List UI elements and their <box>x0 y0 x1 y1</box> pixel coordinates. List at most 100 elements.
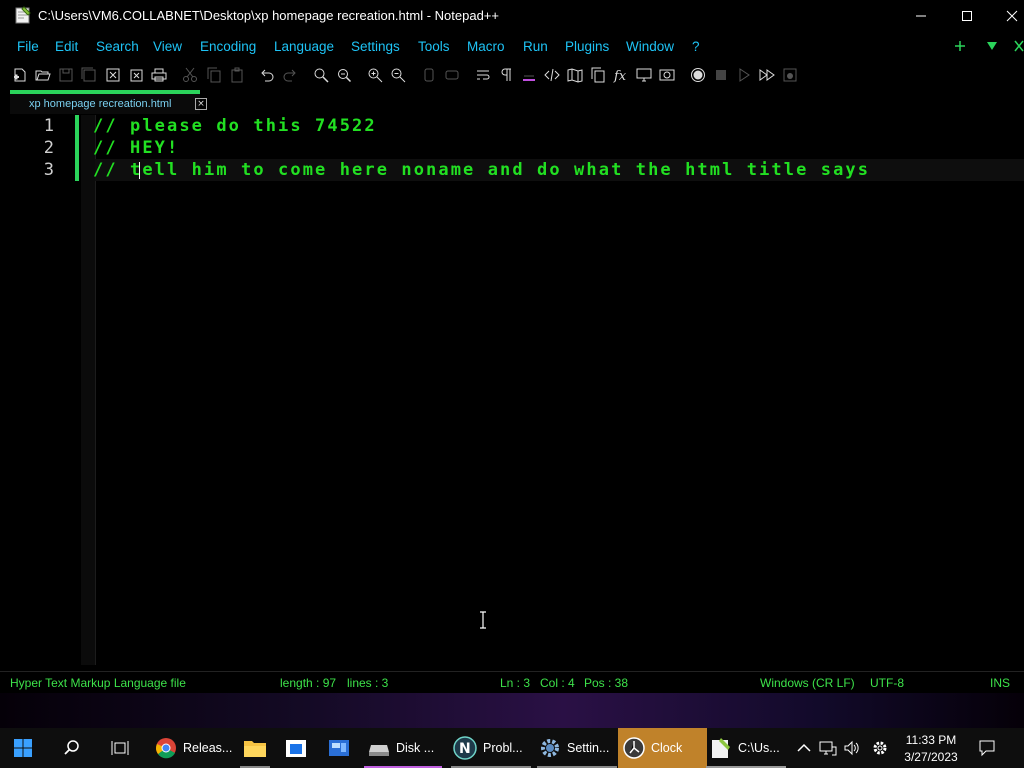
task-view-button[interactable] <box>108 728 132 768</box>
taskbar-app-label: Disk ... <box>396 741 435 755</box>
taskbar-app-remote[interactable] <box>326 728 352 768</box>
menu-plugins[interactable]: Plugins <box>565 39 609 54</box>
tab-close-icon[interactable]: × <box>195 98 207 110</box>
taskbar-app-disk[interactable]: Disk ... <box>364 728 446 768</box>
plus-icon[interactable] <box>954 40 966 52</box>
play-macro-button[interactable] <box>735 66 753 84</box>
taskbar-search-button[interactable] <box>60 728 84 768</box>
taskbar-app-label: C:\Us... <box>738 741 780 755</box>
cut-icon <box>183 67 197 82</box>
menu-file[interactable]: File <box>17 39 39 54</box>
code-line: // please do this 74522 <box>93 116 377 136</box>
system-clock[interactable]: 11:33 PM 3/27/2023 <box>895 732 967 766</box>
function-list-button[interactable]: fx <box>612 66 630 84</box>
replace-button[interactable] <box>335 66 353 84</box>
text-caret <box>139 162 140 179</box>
notifications-icon[interactable] <box>978 739 996 757</box>
chevron-up-icon[interactable] <box>795 739 813 757</box>
menu-tools[interactable]: Tools <box>418 39 450 54</box>
menu-edit[interactable]: Edit <box>55 39 78 54</box>
run-macro-multiple-button[interactable] <box>758 66 776 84</box>
menu-settings[interactable]: Settings <box>351 39 400 54</box>
close-all-button[interactable] <box>127 66 145 84</box>
print-button[interactable] <box>150 66 168 84</box>
menu-search[interactable]: Search <box>96 39 139 54</box>
map-icon <box>567 68 583 83</box>
folder-open-icon <box>35 70 51 81</box>
taskbar-app-clock[interactable]: Clock <box>618 728 707 768</box>
menu-language[interactable]: Language <box>274 39 334 54</box>
close-doc-icon[interactable] <box>1014 40 1024 52</box>
menu-encoding[interactable]: Encoding <box>200 39 256 54</box>
sync-horizontal-button[interactable] <box>443 66 461 84</box>
redo-button[interactable] <box>281 66 299 84</box>
play-icon <box>739 68 750 82</box>
taskbar-app-explorer[interactable] <box>240 728 270 768</box>
maximize-button[interactable] <box>944 0 990 32</box>
close-all-icon <box>130 69 143 82</box>
replace-icon <box>338 69 352 83</box>
taskbar-app-store[interactable] <box>283 728 309 768</box>
find-button[interactable] <box>312 66 330 84</box>
close-button[interactable] <box>989 0 1024 32</box>
status-lines: lines : 3 <box>347 676 389 690</box>
network-icon[interactable] <box>819 739 837 757</box>
word-wrap-icon <box>477 70 490 80</box>
file-tab[interactable]: xp homepage recreation.html × <box>10 90 207 114</box>
sync-vertical-icon <box>424 68 434 82</box>
record-macro-button[interactable] <box>689 66 707 84</box>
show-all-chars-button[interactable] <box>497 66 515 84</box>
zoom-out-icon <box>391 68 406 83</box>
taskbar-app-chrome[interactable]: Releas... <box>152 728 233 768</box>
taskbar-app-settings[interactable]: Settin... <box>537 728 619 768</box>
taskbar-app-problems[interactable]: N Probl... <box>451 728 533 768</box>
dropdown-arrow-icon[interactable] <box>986 41 998 51</box>
new-file-button[interactable] <box>11 66 29 84</box>
sync-vertical-button[interactable] <box>420 66 438 84</box>
menu-help[interactable]: ? <box>692 39 700 54</box>
save-macro-button[interactable] <box>781 66 799 84</box>
stop-macro-button[interactable] <box>712 66 730 84</box>
search-icon <box>64 740 79 755</box>
zoom-in-button[interactable] <box>366 66 384 84</box>
remote-desktop-icon <box>329 740 349 756</box>
status-encoding: UTF-8 <box>870 676 904 690</box>
udl-button[interactable] <box>543 66 561 84</box>
taskbar-app-notepadpp[interactable]: C:\Us... <box>706 728 790 768</box>
paste-button[interactable] <box>228 66 246 84</box>
word-wrap-button[interactable] <box>474 66 492 84</box>
save-all-button[interactable] <box>80 66 98 84</box>
status-col: Col : 4 <box>540 676 575 690</box>
new-file-icon <box>14 68 26 82</box>
taskbar: Releas... Disk ... N Probl... Settin... … <box>0 728 1024 768</box>
zoom-out-button[interactable] <box>389 66 407 84</box>
open-file-button[interactable] <box>34 66 52 84</box>
doc-map-button[interactable] <box>566 66 584 84</box>
editor-pane[interactable]: 1 2 3 // please do this 74522 // HEY! //… <box>9 115 1024 665</box>
menu-run[interactable]: Run <box>523 39 548 54</box>
menu-view[interactable]: View <box>153 39 182 54</box>
ibeam-cursor-icon <box>480 611 486 629</box>
copy-button[interactable] <box>205 66 223 84</box>
close-tab-button[interactable] <box>104 66 122 84</box>
zoom-in-icon <box>368 68 383 83</box>
monitoring-button[interactable] <box>658 66 676 84</box>
volume-icon[interactable] <box>843 739 861 757</box>
menu-macro[interactable]: Macro <box>467 39 505 54</box>
minimize-button[interactable] <box>898 0 944 32</box>
doc-list-button[interactable] <box>589 66 607 84</box>
cut-button[interactable] <box>181 66 199 84</box>
code-icon <box>544 68 560 82</box>
menu-window[interactable]: Window <box>626 39 674 54</box>
start-button[interactable] <box>10 728 36 768</box>
indent-guide-button[interactable] <box>520 66 538 84</box>
windows-logo-icon <box>14 739 32 757</box>
desktop-wallpaper <box>0 693 1024 728</box>
notepadpp-icon <box>712 738 730 758</box>
undo-button[interactable] <box>258 66 276 84</box>
fast-forward-icon <box>759 69 775 81</box>
settings-gear-icon[interactable] <box>871 739 889 757</box>
save-button[interactable] <box>57 66 75 84</box>
folder-workspace-button[interactable] <box>635 66 653 84</box>
status-bar: Hyper Text Markup Language file length :… <box>0 671 1024 694</box>
